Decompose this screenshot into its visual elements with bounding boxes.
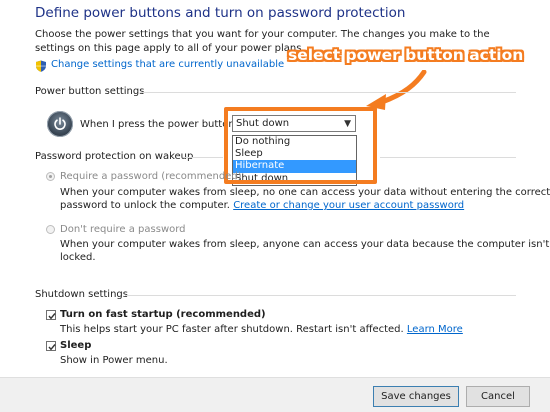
uac-shield-icon [35,60,47,72]
sleep-label: Sleep [60,340,92,351]
require-password-radio[interactable] [46,172,55,181]
dont-require-password-radio[interactable] [46,225,55,234]
require-password-label: Require a password (recommended) [60,171,242,182]
orange-arrow-icon [366,70,427,110]
divider [380,157,516,158]
password-protection-heading: Password protection on wakeup [35,151,194,162]
require-password-desc-text: password to unlock the computer. [60,200,230,211]
divider [140,92,516,93]
page-title: Define power buttons and turn on passwor… [35,5,406,21]
fast-startup-desc-text: This helps start your PC faster after sh… [60,324,404,335]
power-button-label: When I press the power button: [80,119,239,130]
fast-startup-label: Turn on fast startup (recommended) [60,309,266,320]
dont-require-desc-line2: locked. [60,252,96,263]
require-password-desc-line2: password to unlock the computer. Create … [60,199,464,212]
divider [125,295,516,296]
sleep-desc: Show in Power menu. [60,355,168,366]
save-changes-button[interactable]: Save changes [373,386,459,407]
fast-startup-desc: This helps start your PC faster after sh… [60,323,463,336]
shutdown-settings-heading: Shutdown settings [35,289,128,300]
change-settings-link[interactable]: Change settings that are currently unava… [51,59,284,70]
sleep-checkbox[interactable] [46,341,56,351]
learn-more-link[interactable]: Learn More [407,324,463,335]
divider [183,157,223,158]
annotation-label: select power button action [288,46,524,64]
create-password-link[interactable]: Create or change your user account passw… [233,200,464,211]
cancel-button[interactable]: Cancel [466,386,530,407]
dont-require-password-label: Don't require a password [60,224,186,235]
power-button-settings-heading: Power button settings [35,86,145,97]
checkmark-icon [48,344,56,351]
dont-require-desc-line1: When your computer wakes from sleep, any… [60,239,550,250]
annotation-highlight-box [224,107,377,184]
checkmark-icon [48,313,56,320]
require-password-desc-line1: When your computer wakes from sleep, no … [60,187,550,198]
power-icon [47,111,73,137]
fast-startup-checkbox[interactable] [46,310,56,320]
